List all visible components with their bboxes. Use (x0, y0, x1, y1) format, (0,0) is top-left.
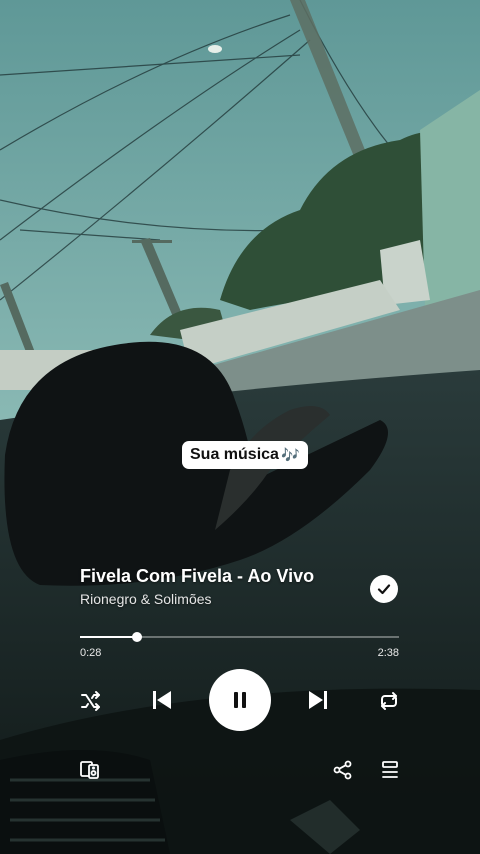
music-note-icon: 🎶 (280, 447, 300, 464)
next-icon (309, 691, 327, 709)
progress-fill (80, 636, 138, 638)
sticker-label: Sua música (190, 446, 279, 463)
repeat-button[interactable] (376, 688, 402, 714)
saved-check-button[interactable] (370, 575, 398, 603)
shuffle-button[interactable] (78, 688, 104, 714)
shuffle-icon (81, 691, 100, 711)
previous-button[interactable] (149, 687, 175, 713)
queue-icon (382, 761, 398, 778)
check-icon (377, 584, 391, 595)
next-button[interactable] (305, 687, 331, 713)
share-button[interactable] (331, 758, 355, 782)
previous-icon (153, 691, 171, 709)
connect-device-icon (80, 761, 99, 779)
connect-device-button[interactable] (78, 758, 102, 782)
track-title: Fivela Com Fivela - Ao Vivo (80, 566, 315, 586)
story-screen: Sua música 🎶 Fivela Com Fivela - Ao Vivo… (0, 0, 480, 854)
total-duration: 2:38 (377, 647, 399, 659)
elapsed-time: 0:28 (80, 647, 102, 659)
pause-button[interactable] (209, 669, 271, 731)
share-icon (333, 760, 352, 780)
queue-button[interactable] (378, 758, 402, 782)
pause-icon (234, 692, 246, 708)
track-artist[interactable]: Rionegro & Solimões (80, 591, 212, 607)
repeat-icon (381, 692, 397, 710)
music-sticker[interactable]: Sua música 🎶 (182, 441, 308, 469)
progress-bar[interactable] (80, 632, 399, 642)
